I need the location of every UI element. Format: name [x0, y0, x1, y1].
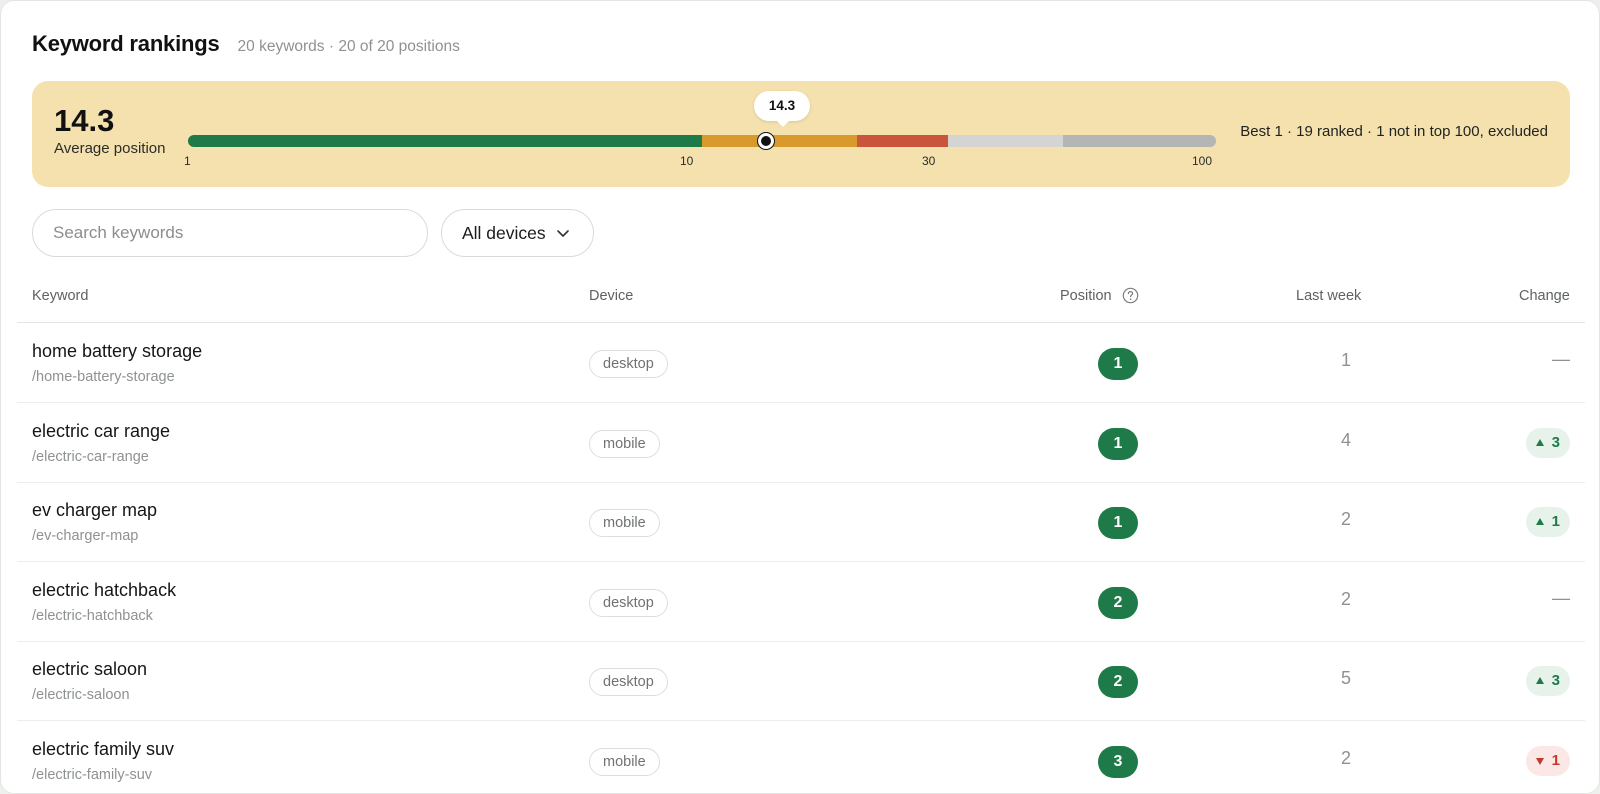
position-badge: 1 [1098, 427, 1138, 460]
device-filter-value: All devices [462, 222, 546, 243]
scale-tick-label: 100 [1192, 154, 1213, 168]
keyword-url-path: /home-battery-storage [32, 369, 175, 385]
change-value: 1 [1551, 513, 1560, 530]
average-position-marker [758, 133, 774, 149]
page-title: Keyword rankings [32, 31, 220, 56]
column-header-position[interactable]: Position [1060, 288, 1112, 304]
last-week-value: 1 [1340, 350, 1351, 370]
scale-segment-top100-lower [1062, 135, 1216, 147]
device-badge: mobile [589, 747, 660, 776]
keyword-url-path: /ev-charger-map [32, 528, 139, 544]
change-value: 3 [1551, 672, 1560, 689]
last-week-value: 2 [1340, 747, 1351, 768]
keyword-name[interactable]: home battery storage [32, 341, 202, 362]
change-value: 3 [1551, 433, 1560, 451]
triangle-up-icon [1535, 677, 1544, 684]
table-row[interactable]: electric saloon/electric-saloon desktop 2 5… [17, 641, 1585, 721]
position-scale-bar [188, 135, 1216, 147]
average-position-panel: 14.3 Average position 14.3 1 10 30 100 B… [32, 81, 1570, 187]
keyword-name[interactable]: electric car range [32, 421, 170, 442]
change-badge: 3 [1525, 427, 1570, 458]
position-badge: 1 [1098, 348, 1138, 380]
search-input[interactable] [32, 209, 428, 257]
column-header-device[interactable]: Device [589, 288, 633, 304]
column-header-last-week[interactable]: Last week [1296, 288, 1361, 304]
scale-tick-label: 10 [680, 154, 694, 168]
position-badge: 2 [1098, 586, 1138, 619]
keyword-count-subtitle: 20 keywords · 20 of 20 positions [237, 38, 460, 55]
device-badge: desktop [589, 668, 668, 696]
keyword-name[interactable]: electric family suv [32, 739, 174, 760]
average-position-tooltip: 14.3 [754, 91, 810, 127]
card-header: Keyword rankings 20 keywords · 20 of 20 … [32, 31, 460, 57]
change-none: — [1552, 349, 1570, 369]
keyword-name[interactable]: ev charger map [32, 500, 157, 521]
keyword-name[interactable]: electric hatchback [32, 580, 176, 601]
position-badge: 1 [1098, 507, 1138, 539]
ranking-summary: Best 1 · 19 ranked · 1 not in top 100, e… [1240, 123, 1548, 140]
scale-segment-top30-upper [702, 135, 858, 147]
keyword-url-path: /electric-car-range [32, 448, 149, 465]
change-badge: 1 [1525, 745, 1570, 776]
column-header-change[interactable]: Change [1519, 288, 1570, 304]
average-position-value: 14.3 [54, 103, 115, 138]
triangle-up-icon [1535, 518, 1544, 525]
device-filter-dropdown[interactable]: All devices [441, 209, 594, 257]
question-circle-icon[interactable] [1122, 287, 1139, 304]
scale-segment-top10 [188, 135, 702, 147]
change-badge: 3 [1525, 666, 1570, 696]
triangle-down-icon [1535, 757, 1544, 765]
table-row[interactable]: electric family suv/electric-family-suv m… [17, 721, 1585, 794]
last-week-value: 4 [1340, 429, 1351, 450]
position-badge: 3 [1098, 745, 1138, 778]
average-position-label: Average position [54, 140, 166, 157]
table-row[interactable]: electric car range/electric-car-range mob… [17, 403, 1585, 483]
change-value: 1 [1551, 751, 1560, 769]
last-week-value: 2 [1340, 509, 1351, 529]
scale-tick-label: 1 [184, 154, 191, 168]
device-badge: mobile [589, 509, 660, 537]
keyword-url-path: /electric-family-suv [32, 766, 153, 783]
last-week-value: 2 [1340, 588, 1351, 609]
last-week-value: 5 [1340, 668, 1351, 688]
keyword-url-path: /electric-saloon [32, 687, 130, 703]
scale-segment-top100-upper [947, 135, 1063, 147]
triangle-up-icon [1535, 438, 1544, 446]
device-badge: mobile [589, 429, 660, 458]
device-badge: desktop [589, 588, 668, 617]
change-badge: 1 [1525, 507, 1570, 537]
change-none: — [1552, 587, 1570, 608]
scale-tick-label: 30 [922, 154, 936, 168]
chevron-down-icon [557, 230, 569, 237]
table-row[interactable]: home battery storage/home-battery-storag… [17, 323, 1585, 403]
position-badge: 2 [1098, 666, 1138, 698]
table-row[interactable]: electric hatchback/electric-hatchback des… [17, 562, 1585, 642]
keyword-url-path: /electric-hatchback [32, 607, 153, 624]
keyword-name[interactable]: electric saloon [32, 659, 147, 680]
keyword-rankings-card: Keyword rankings 20 keywords · 20 of 20 … [0, 0, 1600, 794]
column-header-keyword[interactable]: Keyword [32, 288, 88, 304]
device-badge: desktop [589, 350, 668, 378]
scale-segment-top30-lower [857, 135, 948, 147]
table-row[interactable]: ev charger map/ev-charger-map mobile 1 2 1 [17, 482, 1585, 562]
